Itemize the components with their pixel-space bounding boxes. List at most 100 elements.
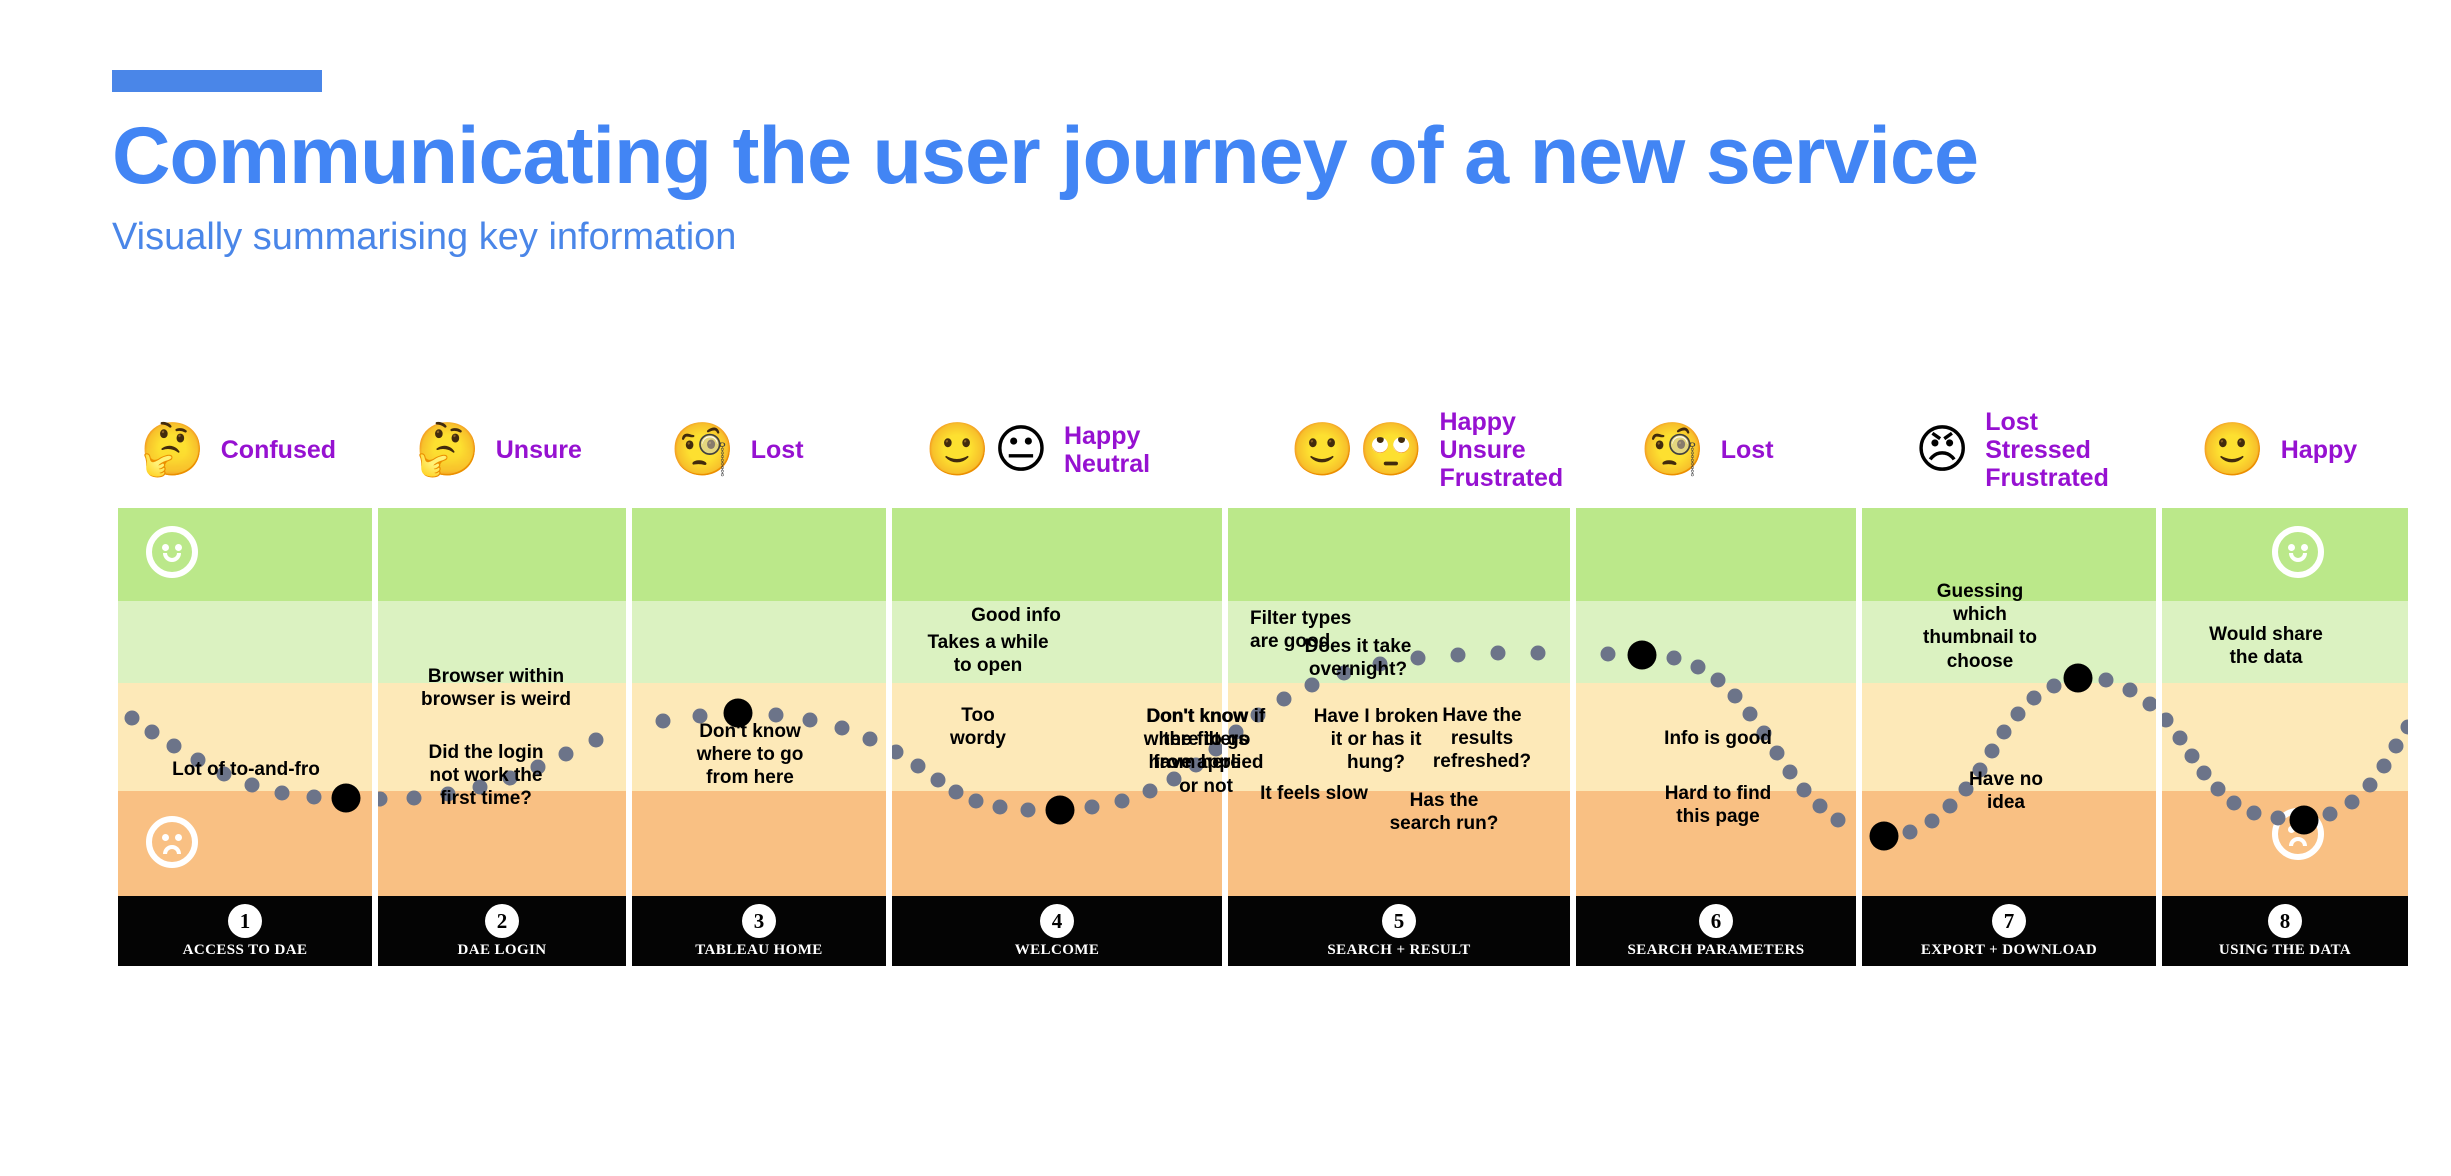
emotion-cell-4: 🙂 😐 Happy Neutral: [925, 395, 1150, 505]
emotion-label-group: Lost: [751, 436, 804, 464]
emotion-band-1: [1576, 508, 1856, 601]
journey-point: [1600, 646, 1616, 662]
journey-point: [2210, 781, 2226, 797]
journey-point: [2362, 777, 2378, 793]
emotion-label: Happy: [1063, 422, 1141, 450]
journey-point: [2010, 706, 2026, 722]
journey-annotation: Too wordy: [950, 705, 1006, 750]
journey-point: [1410, 650, 1426, 666]
stage-footer-label: DAE LOGIN: [457, 942, 547, 958]
emoji-group: 🤔: [140, 424, 209, 476]
journey-stage-column-1[interactable]: 1 ACCESS TO DAE Lot of to-and-fro: [118, 508, 372, 966]
journey-point: [1984, 743, 2000, 759]
page-header: Communicating the user journey of a new …: [112, 70, 2312, 259]
journey-stage-column-3[interactable]: 3 TABLEAU HOME Don't know where to go from…: [632, 508, 886, 966]
stage-number-badge: 1: [228, 904, 262, 938]
emotion-cell-5: 🙂 🙄 Happy Unsure Frustrated: [1290, 395, 1563, 505]
journey-point: [1996, 724, 2012, 740]
journey-annotation: Would share the data: [2209, 624, 2323, 669]
journey-point: [588, 732, 604, 748]
journey-point: [2184, 748, 2200, 764]
journey-stage-column-8[interactable]: 8 USING THE DATA Would share the data: [2162, 508, 2408, 966]
emotion-label: Neutral: [1063, 450, 1151, 478]
page-title: Communicating the user journey of a new …: [112, 111, 1979, 201]
journey-stage-column-2[interactable]: 2 DAE LOGIN Browser within browser is weir…: [378, 508, 626, 966]
emotion-header-row: 🤔 Confused 🤔 Unsure 🧐 Lost 🙂 😐 Happy Neutral 🙂 🙄 Hap…: [0, 395, 2451, 505]
journey-point: [2196, 765, 2212, 781]
journey-highlight-point: [331, 783, 361, 813]
emotion-band-1: [1228, 508, 1570, 601]
emotion-label: Unsure: [495, 436, 582, 464]
journey-annotation: Does it take overnight?: [1304, 636, 1412, 681]
journey-point: [2344, 794, 2360, 810]
journey-stage-column-7[interactable]: 7 EXPORT + DOWNLOAD Guessing which thumbna…: [1862, 508, 2156, 966]
emotion-cell-6: 🧐 Lost: [1640, 395, 1774, 505]
emotion-band-2: [1576, 601, 1856, 683]
journey-annotation: Hard to find this page: [1664, 783, 1772, 828]
journey-point: [2142, 696, 2156, 712]
journey-point: [2246, 805, 2262, 821]
emotion-label-group: Lost: [1721, 436, 1774, 464]
stage-number-badge: 5: [1382, 904, 1416, 938]
journey-annotation: Don't know where to go from here: [696, 721, 804, 789]
page-subtitle: Visually summarising key information: [112, 216, 737, 259]
stage-footer-label: EXPORT + DOWNLOAD: [1920, 942, 2098, 958]
emotion-band-4: [632, 791, 886, 896]
emotion-band-1: [632, 508, 886, 601]
stage-number-badge: 3: [742, 904, 776, 938]
journey-point: [992, 799, 1008, 815]
emotion-band-1: [892, 508, 1222, 601]
journey-point: [1902, 824, 1918, 840]
journey-point: [2226, 795, 2242, 811]
emotion-label: Frustrated: [1439, 464, 1564, 492]
emoji-group: 🙂: [2200, 424, 2269, 476]
emotion-band-1: [378, 508, 626, 601]
journey-annotation: Browser within browser is weird: [421, 666, 571, 711]
journey-stage-column-6[interactable]: 6 SEARCH PARAMETERS Info is good Hard to fi…: [1576, 508, 1856, 966]
journey-highlight-point: [1045, 795, 1075, 825]
journey-annotation: Have no idea: [1969, 769, 2043, 814]
emotion-face-icon: 😠: [1915, 420, 1970, 480]
journey-annotation: Good info: [971, 605, 1061, 626]
stage-footer-label: ACCESS TO DAE: [182, 942, 308, 958]
journey-highlight-point: [1627, 640, 1657, 670]
emotion-label-group: Confused: [221, 436, 336, 464]
journey-highlight-point: [1869, 821, 1899, 851]
journey-point: [1942, 798, 1958, 814]
journey-point: [1450, 647, 1466, 663]
emoji-group: 🤔: [415, 424, 484, 476]
journey-point: [802, 712, 818, 728]
journey-annotation: Has the search run?: [1389, 790, 1499, 835]
journey-point: [166, 738, 182, 754]
journey-point: [1084, 799, 1100, 815]
emotion-label: Confused: [220, 436, 337, 464]
journey-point: [1796, 782, 1812, 798]
journey-point: [2376, 758, 2392, 774]
journey-point: [1020, 802, 1036, 818]
journey-point: [144, 724, 160, 740]
journey-stage-column-5[interactable]: 5 SEARCH + RESULT Filter types are good Doe…: [1228, 508, 1570, 966]
journey-annotation: It feels slow: [1260, 783, 1368, 804]
journey-annotation: Don't know if the filters have applied o…: [1146, 706, 1266, 797]
journey-point: [1690, 659, 1706, 675]
journey-point: [124, 710, 140, 726]
journey-annotation: Info is good: [1664, 728, 1772, 749]
emotion-label: Happy: [1439, 408, 1516, 436]
stage-number-badge: 7: [1992, 904, 2026, 938]
journey-map-chart: 1 ACCESS TO DAE Lot of to-and-fro 2 DAE LOGI…: [118, 508, 2408, 966]
journey-annotation: Have the results refreshed?: [1432, 705, 1532, 773]
journey-point: [306, 789, 322, 805]
journey-point: [968, 793, 984, 809]
emotion-cell-7: 😠 Lost Stressed Frustrated: [1915, 395, 2109, 505]
journey-highlight-point: [2289, 805, 2319, 835]
emotion-cell-3: 🧐 Lost: [670, 395, 804, 505]
journey-point: [2388, 738, 2404, 754]
journey-annotation: Takes a while to open: [927, 632, 1049, 677]
emotion-face-icon: 🙂: [925, 420, 990, 480]
emotion-face-icon: 🧐: [1640, 420, 1705, 480]
journey-point: [655, 713, 671, 729]
emotion-face-icon: 🙂: [2200, 420, 2265, 480]
emotion-cell-8: 🙂 Happy: [2200, 395, 2357, 505]
journey-point: [948, 784, 964, 800]
journey-point: [1924, 813, 1940, 829]
